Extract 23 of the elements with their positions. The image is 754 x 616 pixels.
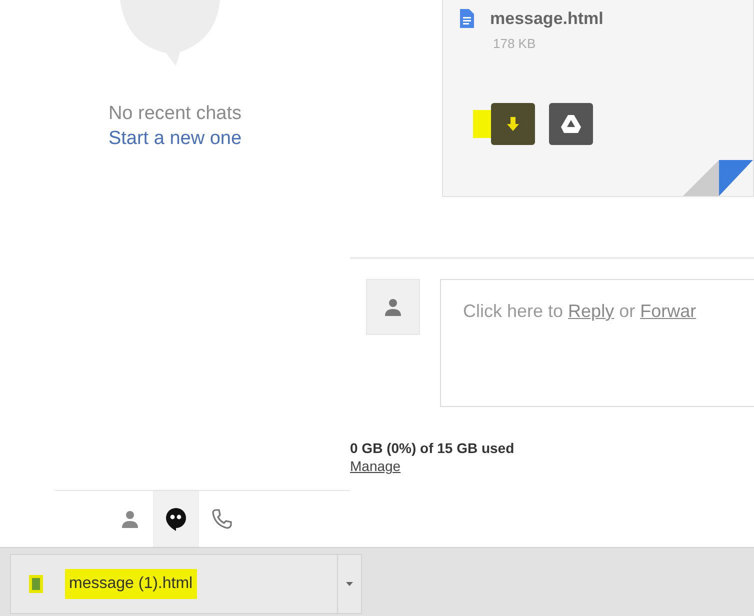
person-icon [121, 510, 139, 528]
file-size: 178 KB [493, 34, 537, 52]
person-icon [384, 298, 402, 316]
phone-icon [212, 509, 232, 529]
storage-usage-text: 0 GB (0%) of 15 GB used [350, 441, 516, 456]
reply-link[interactable]: Forwar [640, 301, 696, 321]
drive-icon [561, 115, 581, 133]
file-name: message.html [490, 8, 604, 30]
reply-field[interactable]: Click here to Reply or Forwar [440, 279, 754, 407]
document-icon [459, 9, 474, 28]
empty-chats-text: No recent chats [108, 102, 242, 126]
chat-bubble-icon [165, 507, 187, 531]
drive-button[interactable] [549, 103, 593, 145]
manage-link[interactable]: Manage [350, 456, 401, 478]
download-icon [507, 117, 519, 131]
file-icon [29, 575, 43, 593]
download-button[interactable] [491, 103, 535, 145]
start-chat-link[interactable]: Start a new one [108, 126, 242, 152]
reply-link[interactable]: Reply [568, 301, 614, 321]
chat-tab[interactable] [153, 491, 199, 547]
download-item[interactable]: message (1).html [10, 554, 338, 614]
corner-fold-drawing [683, 160, 753, 196]
caret-icon [346, 582, 353, 586]
